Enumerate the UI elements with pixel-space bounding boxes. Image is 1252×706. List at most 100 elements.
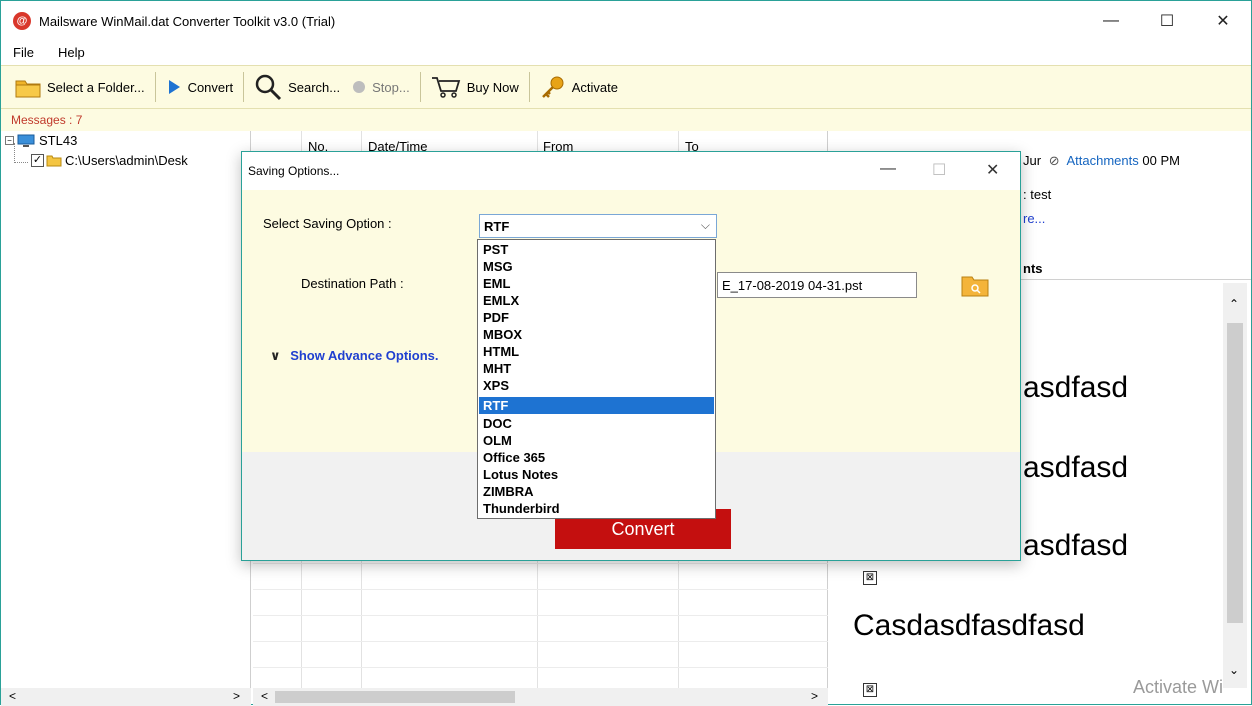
preview-more-link[interactable]: re... — [1023, 211, 1045, 226]
dropdown-option-thunderbird[interactable]: Thunderbird — [479, 500, 714, 517]
preview-header-fragment: Jur ⊘ Attachments 00 PM — [1023, 153, 1180, 168]
menu-help[interactable]: Help — [46, 45, 97, 60]
saving-option-select[interactable]: RTF ⌵ — [479, 214, 717, 238]
status-strip — [1, 109, 1251, 131]
toolbar-separator — [243, 72, 245, 102]
tree-horizontal-scrollbar[interactable]: < > — [1, 688, 251, 706]
search-label: Search... — [288, 79, 341, 95]
attachments-link[interactable]: Attachments — [1067, 153, 1139, 168]
maximize-button[interactable]: ☐ — [1139, 1, 1195, 41]
windows-activation-watermark: Activate Wi — [1133, 677, 1224, 697]
dropdown-option-xps[interactable]: XPS — [479, 377, 714, 394]
grid-row-divider — [253, 589, 828, 590]
grid-row-divider — [253, 615, 828, 616]
browse-folder-button[interactable] — [960, 270, 990, 298]
dropdown-option-doc[interactable]: DOC — [479, 415, 714, 432]
dropdown-option-pst[interactable]: PST — [479, 241, 714, 258]
grid-horizontal-scrollbar[interactable]: < > — [253, 688, 828, 706]
scroll-left-icon[interactable]: < — [9, 689, 16, 703]
stop-icon — [352, 80, 366, 94]
dropdown-option-zimbra[interactable]: ZIMBRA — [479, 483, 714, 500]
dropdown-option-rtf[interactable]: RTF — [479, 397, 714, 414]
saving-option-value: RTF — [484, 219, 510, 234]
search-icon — [254, 73, 282, 101]
dialog-minimize-button[interactable]: — — [880, 160, 896, 178]
folder-tree: − STL43 ✓ C:\Users\admin\Desk — [1, 131, 251, 688]
chevron-down-icon: ∨ — [270, 348, 281, 363]
scroll-down-icon[interactable]: ⌄ — [1229, 663, 1239, 677]
activate-label: Activate — [571, 79, 618, 95]
search-button[interactable]: Search... — [248, 70, 346, 104]
show-advance-options-link[interactable]: ∨ Show Advance Options. — [270, 348, 439, 364]
preview-subject: : test — [1023, 187, 1052, 202]
select-folder-label: Select a Folder... — [47, 79, 145, 95]
mailsware-logo-icon: @ — [13, 12, 31, 30]
scroll-right-icon[interactable]: > — [811, 689, 818, 703]
grid-row-divider — [253, 667, 828, 668]
dropdown-option-emlx[interactable]: EMLX — [479, 292, 714, 309]
play-icon — [166, 78, 182, 96]
buy-now-label: Buy Now — [466, 79, 519, 95]
preview-body-line: asdfasd — [1023, 371, 1129, 404]
minimize-button[interactable]: — — [1083, 1, 1139, 41]
key-icon — [540, 75, 566, 99]
dialog-close-button[interactable]: ✕ — [986, 160, 999, 180]
broken-image-icon: ⊠ — [863, 571, 877, 585]
convert-toolbar-label: Convert — [187, 79, 234, 95]
grid-row-divider — [253, 563, 828, 564]
window-controls: — ☐ ✕ — [1083, 1, 1251, 41]
collapse-icon[interactable]: − — [5, 136, 14, 145]
dropdown-option-pdf[interactable]: PDF — [479, 309, 714, 326]
preview-body-line: asdfasd — [1023, 529, 1129, 562]
app-window: @ Mailsware WinMail.dat Converter Toolki… — [0, 0, 1252, 706]
dropdown-option-msg[interactable]: MSG — [479, 258, 714, 275]
buy-now-button[interactable]: Buy Now — [425, 70, 525, 104]
destination-path-label: Destination Path : — [301, 276, 404, 291]
scroll-thumb[interactable] — [1227, 323, 1243, 623]
stop-button[interactable]: Stop... — [346, 70, 416, 104]
dropdown-option-lotus-notes[interactable]: Lotus Notes — [479, 466, 714, 483]
close-button[interactable]: ✕ — [1195, 1, 1251, 41]
toolbar-separator — [154, 72, 156, 102]
folder-icon — [46, 154, 62, 167]
title-bar: @ Mailsware WinMail.dat Converter Toolki… — [1, 1, 1251, 41]
dialog-maximize-button[interactable]: ☐ — [932, 160, 946, 180]
stop-label: Stop... — [372, 79, 410, 95]
tree-node-root[interactable]: − STL43 — [5, 133, 77, 148]
dropdown-option-office-365[interactable]: Office 365 — [479, 449, 714, 466]
destination-path-input[interactable]: E_17-08-2019 04-31.pst — [717, 272, 917, 298]
attachment-icon: ⊘ — [1048, 153, 1060, 168]
activate-button[interactable]: Activate — [534, 70, 624, 104]
scroll-right-icon[interactable]: > — [233, 689, 240, 703]
select-folder-button[interactable]: Select a Folder... — [9, 70, 151, 104]
scroll-thumb[interactable] — [275, 691, 515, 703]
tree-root-label: STL43 — [39, 133, 78, 148]
tree-checkbox[interactable]: ✓ — [31, 154, 44, 167]
advance-options-label: Show Advance Options. — [290, 348, 439, 363]
scroll-left-icon[interactable]: < — [261, 689, 268, 703]
tree-node-folder[interactable]: ✓ C:\Users\admin\Desk — [31, 153, 188, 168]
messages-count: Messages : 7 — [11, 113, 83, 127]
shopping-cart-icon — [431, 75, 461, 99]
grid-row-divider — [253, 641, 828, 642]
folder-icon — [15, 76, 41, 98]
preview-vertical-scrollbar[interactable]: ⌃ ⌄ — [1223, 283, 1247, 688]
toolbar: Select a Folder... Convert Search... Sto… — [1, 65, 1251, 109]
dropdown-option-html[interactable]: HTML — [479, 343, 714, 360]
dropdown-option-olm[interactable]: OLM — [479, 432, 714, 449]
dropdown-option-eml[interactable]: EML — [479, 275, 714, 292]
select-saving-option-label: Select Saving Option : — [263, 216, 392, 231]
broken-image-icon: ⊠ — [863, 683, 877, 697]
dropdown-option-mbox[interactable]: MBOX — [479, 326, 714, 343]
preview-body-line: Casdasdfasdfasd — [853, 609, 1085, 642]
saving-option-dropdown-list: PST MSG EML EMLX PDF MBOX HTML MHT XPS R… — [477, 239, 716, 519]
folder-search-icon — [960, 276, 990, 301]
preview-tab-attachments[interactable]: nts — [1023, 261, 1043, 276]
scroll-up-icon[interactable]: ⌃ — [1229, 297, 1239, 311]
computer-icon — [17, 134, 35, 148]
convert-toolbar-button[interactable]: Convert — [160, 70, 240, 104]
menu-bar: File Help — [1, 41, 1251, 63]
dropdown-option-mht[interactable]: MHT — [479, 360, 714, 377]
menu-file[interactable]: File — [1, 45, 46, 60]
dialog-title-bar: Saving Options... — ☐ ✕ — [242, 152, 1020, 190]
